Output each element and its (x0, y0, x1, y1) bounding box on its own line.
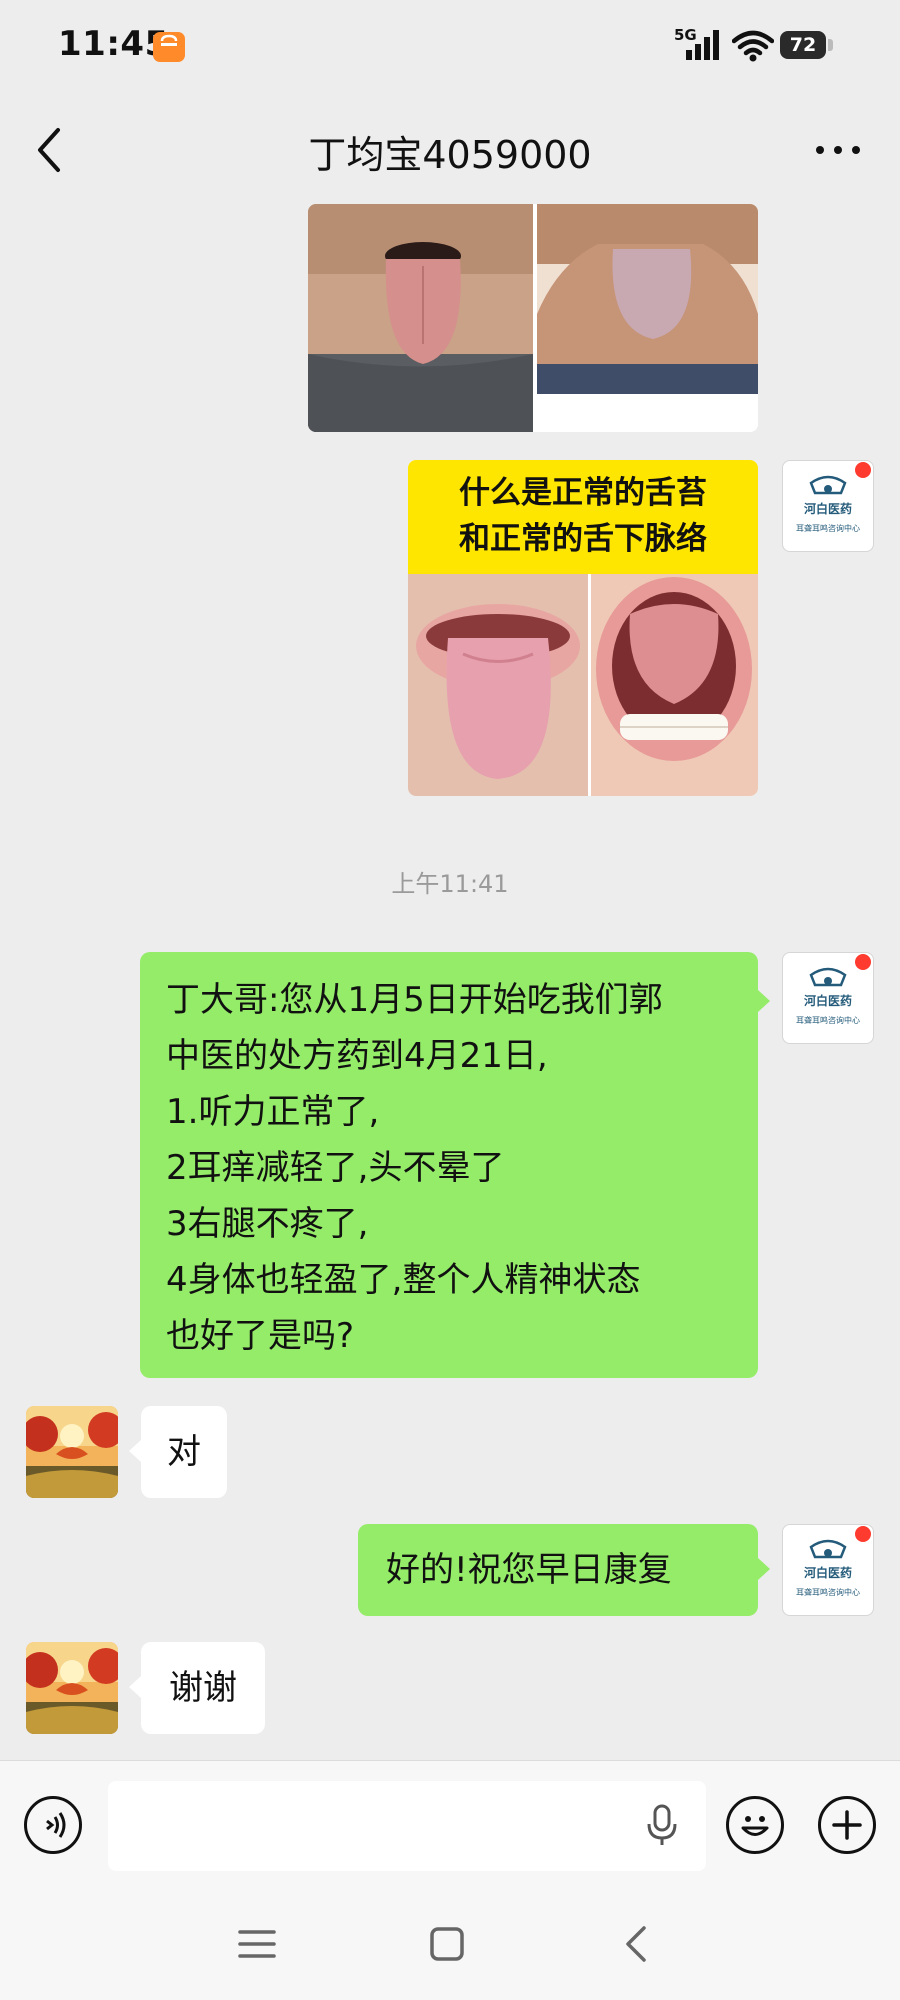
signal-icon (686, 30, 722, 64)
more-options-button[interactable] (808, 130, 868, 170)
landscape-avatar-image (26, 1406, 118, 1498)
message-line: 也好了是吗? (166, 1316, 355, 1356)
contact-avatar[interactable] (26, 1406, 118, 1498)
clinic-caption: 耳聋耳鸣咨询中心 (796, 523, 860, 533)
image-heading-line1: 什么是正常的舌苔 (459, 475, 707, 511)
normal-tongue-coating-image[interactable]: 什么是正常的舌苔 和正常的舌下脉络 (408, 460, 758, 796)
message-line: 1.听力正常了, (166, 1092, 380, 1132)
message-input[interactable] (108, 1781, 706, 1871)
voice-mode-icon (46, 1812, 66, 1838)
plus-icon (832, 1810, 862, 1840)
message-text: 好的!祝您早日康复 (386, 1550, 672, 1590)
message-line: 2耳痒减轻了,头不晕了 (166, 1148, 505, 1188)
home-square-icon (430, 1927, 464, 1961)
emoji-icon (741, 1816, 769, 1836)
clinic-logo-text: 河白医药 (803, 993, 852, 1008)
emoji-button[interactable] (726, 1796, 784, 1854)
landscape-avatar-image (26, 1642, 118, 1734)
battery-icon: 72 (780, 31, 826, 59)
back-triangle-icon (626, 1926, 646, 1962)
bubble-tail (129, 1440, 141, 1462)
message-text: 对 (167, 1432, 201, 1472)
wifi-icon (731, 30, 775, 66)
plus-button[interactable] (818, 1796, 876, 1854)
clinic-caption: 耳聋耳鸣咨询中心 (796, 1587, 860, 1597)
message-bubble-incoming[interactable]: 对 (141, 1406, 227, 1498)
tongue-photos (408, 574, 758, 796)
microphone-button[interactable] (642, 1800, 682, 1850)
message-bubble-outgoing[interactable]: 好的!祝您早日康复 (358, 1524, 758, 1616)
message-bubble-incoming[interactable]: 谢谢 (141, 1642, 265, 1734)
battery-tip (828, 39, 833, 51)
image-heading-line2: 和正常的舌下脉络 (459, 521, 707, 557)
clinic-caption: 耳聋耳鸣咨询中心 (796, 1015, 860, 1025)
message-line: 丁大哥:您从1月5日开始吃我们郭 (166, 980, 663, 1020)
status-dot (855, 1526, 871, 1542)
bubble-tail (758, 990, 770, 1012)
message-line: 中医的处方药到4月21日, (166, 1036, 548, 1076)
contact-avatar[interactable] (26, 1642, 118, 1734)
message-text: 谢谢 (169, 1668, 237, 1708)
status-dot (855, 954, 871, 970)
message-bubble-outgoing[interactable]: 丁大哥:您从1月5日开始吃我们郭 中医的处方药到4月21日, 1.听力正常了, … (140, 952, 758, 1378)
message-line: 4身体也轻盈了,整个人精神状态 (166, 1260, 641, 1300)
system-back-button[interactable] (620, 1924, 652, 1964)
message-timestamp: 上午11:41 (391, 870, 509, 898)
voice-mode-button[interactable] (24, 1796, 82, 1854)
clinic-logo-text: 河白医药 (803, 1565, 852, 1580)
image-heading-banner: 什么是正常的舌苔 和正常的舌下脉络 (408, 460, 758, 574)
more-dots-icon (816, 146, 860, 154)
home-button[interactable] (428, 1925, 466, 1963)
app-notification-icon (153, 32, 185, 62)
tongue-photo-image[interactable] (308, 204, 758, 432)
microphone-icon (647, 1804, 677, 1845)
chat-title: 丁均宝4059000 (308, 133, 592, 177)
bubble-tail (129, 1676, 141, 1698)
status-dot (855, 462, 871, 478)
menu-button[interactable] (236, 1926, 278, 1962)
bubble-tail (758, 1558, 770, 1580)
message-line: 3右腿不疼了, (166, 1204, 369, 1244)
menu-icon (238, 1930, 276, 1958)
clinic-logo-text: 河白医药 (803, 501, 852, 516)
